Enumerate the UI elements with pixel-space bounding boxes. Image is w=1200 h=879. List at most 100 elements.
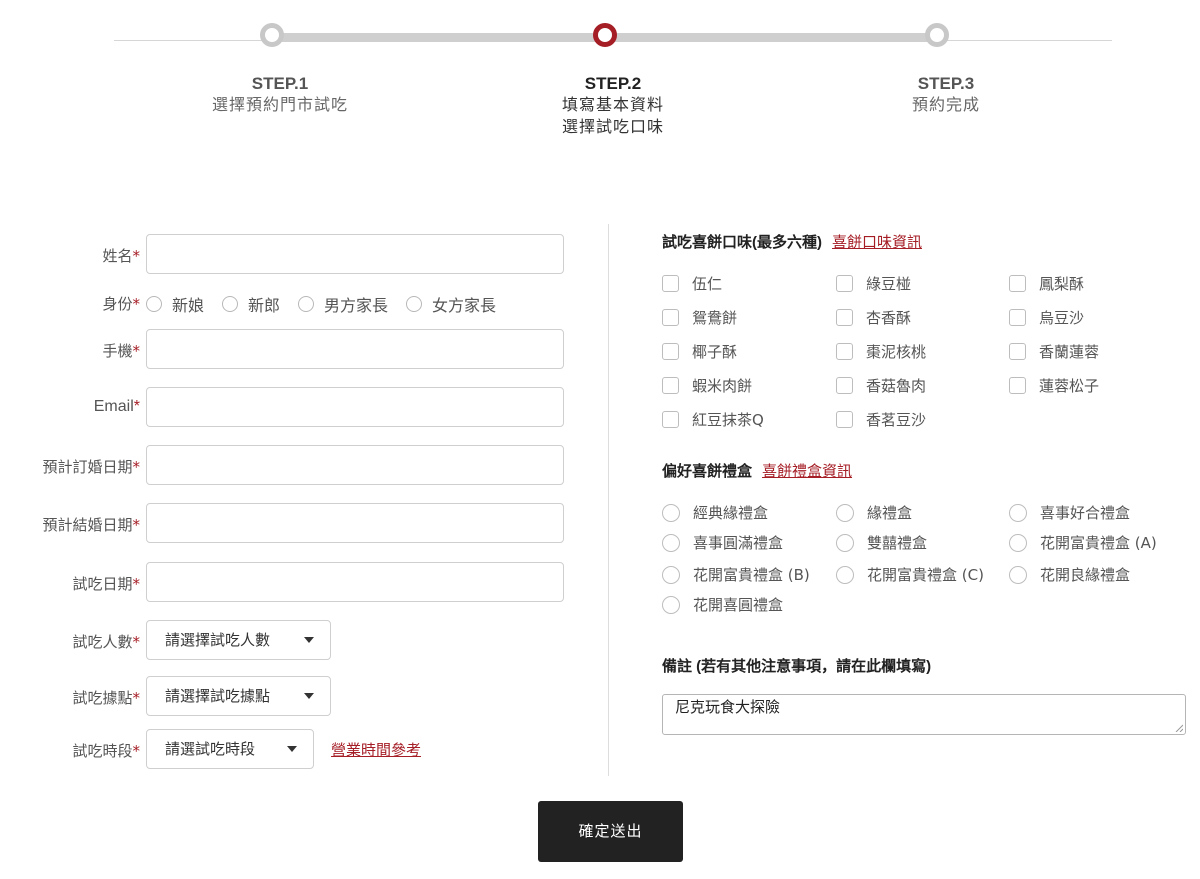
- radio-icon[interactable]: [662, 595, 680, 614]
- step-2-name-line2: 選擇試吃口味: [561, 117, 664, 136]
- step-2-dot-active: [593, 23, 617, 47]
- notes-textarea[interactable]: 尼克玩食大探險: [662, 694, 1186, 735]
- location-label: 試吃據點*: [72, 689, 140, 707]
- step-2-number: STEP.2: [584, 74, 642, 93]
- radio-icon[interactable]: [662, 533, 680, 552]
- step-3-number: STEP.3: [917, 74, 975, 93]
- notes-value: 尼克玩食大探險: [675, 698, 781, 716]
- flavor-checkbox[interactable]: 蓮蓉松子: [1009, 375, 1099, 396]
- radio-icon[interactable]: [222, 296, 239, 312]
- giftbox-radio[interactable]: 緣禮盒: [836, 502, 912, 523]
- chevron-down-icon: [304, 637, 314, 643]
- radio-icon[interactable]: [836, 565, 854, 584]
- checkbox-icon[interactable]: [662, 411, 679, 428]
- radio-icon[interactable]: [1009, 503, 1027, 522]
- people-select[interactable]: 請選擇試吃人數: [146, 620, 331, 660]
- identity-option-bride-parents[interactable]: 女方家長: [406, 292, 496, 316]
- step-1-number: STEP.1: [251, 74, 309, 93]
- giftbox-title: 偏好喜餅禮盒 喜餅禮盒資訊: [662, 463, 853, 480]
- email-label: Email*: [93, 398, 140, 415]
- period-label: 試吃時段*: [72, 742, 140, 760]
- flavor-checkbox[interactable]: 綠豆椪: [836, 273, 911, 294]
- step-1: STEP.1 選擇預約門市試吃: [170, 74, 390, 116]
- flavor-checkbox[interactable]: 蝦米肉餅: [662, 375, 752, 396]
- step-1-dot: [260, 23, 284, 47]
- flavor-checkbox[interactable]: 棗泥核桃: [836, 341, 926, 362]
- phone-input[interactable]: [146, 329, 564, 369]
- email-input[interactable]: [146, 387, 564, 427]
- radio-icon[interactable]: [298, 296, 315, 312]
- radio-icon[interactable]: [662, 503, 680, 522]
- checkbox-icon[interactable]: [836, 377, 853, 394]
- checkbox-icon[interactable]: [662, 309, 679, 326]
- radio-icon[interactable]: [836, 503, 854, 522]
- radio-icon[interactable]: [146, 296, 162, 312]
- flavor-checkbox[interactable]: 杏香酥: [836, 307, 911, 328]
- flavor-checkbox[interactable]: 椰子酥: [662, 341, 737, 362]
- tasting-date-label: 試吃日期*: [72, 575, 140, 593]
- period-select[interactable]: 請選試吃時段: [146, 729, 314, 769]
- checkbox-icon[interactable]: [1009, 309, 1026, 326]
- giftbox-info-link[interactable]: 喜餅禮盒資訊: [762, 463, 852, 480]
- column-divider: [608, 224, 609, 776]
- checkbox-icon[interactable]: [836, 309, 853, 326]
- location-select[interactable]: 請選擇試吃據點: [146, 676, 331, 716]
- checkbox-icon[interactable]: [836, 275, 853, 292]
- wedding-date-input[interactable]: [146, 503, 564, 543]
- flavor-checkbox[interactable]: 鴛鴦餅: [662, 307, 737, 328]
- flavor-checkbox[interactable]: 烏豆沙: [1009, 307, 1084, 328]
- people-label: 試吃人數*: [72, 633, 140, 651]
- flavor-checkbox[interactable]: 香茗豆沙: [836, 409, 926, 430]
- checkbox-icon[interactable]: [836, 411, 853, 428]
- flavor-checkbox[interactable]: 伍仁: [662, 273, 722, 294]
- identity-option-groom[interactable]: 新郎: [222, 292, 280, 316]
- checkbox-icon[interactable]: [1009, 275, 1026, 292]
- step-3: STEP.3 預約完成: [836, 74, 1056, 116]
- giftbox-radio[interactable]: 花開喜圓禮盒: [662, 594, 783, 615]
- chevron-down-icon: [287, 746, 297, 752]
- giftbox-radio[interactable]: 花開富貴禮盒 (C): [836, 564, 984, 585]
- giftbox-radio[interactable]: 花開富貴禮盒 (A): [1009, 532, 1157, 553]
- giftbox-radio[interactable]: 花開良緣禮盒: [1009, 564, 1130, 585]
- radio-icon[interactable]: [1009, 565, 1027, 584]
- giftbox-radio[interactable]: 喜事圓滿禮盒: [662, 532, 783, 553]
- flavor-checkbox[interactable]: 紅豆抹茶Q: [662, 409, 764, 430]
- step-3-name: 預約完成: [911, 95, 980, 114]
- step-3-dot: [925, 23, 949, 47]
- identity-option-bride[interactable]: 新娘: [146, 292, 204, 316]
- checkbox-icon[interactable]: [836, 343, 853, 360]
- checkbox-icon[interactable]: [1009, 377, 1026, 394]
- giftbox-radio[interactable]: 雙囍禮盒: [836, 532, 927, 553]
- radio-icon[interactable]: [406, 296, 423, 312]
- checkbox-icon[interactable]: [662, 275, 679, 292]
- identity-option-groom-parents[interactable]: 男方家長: [298, 292, 388, 316]
- flavor-info-link[interactable]: 喜餅口味資訊: [832, 234, 922, 251]
- chevron-down-icon: [304, 693, 314, 699]
- engagement-date-input[interactable]: [146, 445, 564, 485]
- giftbox-radio[interactable]: 花開富貴禮盒 (B): [662, 564, 810, 585]
- engagement-date-label: 預計訂婚日期*: [42, 458, 140, 476]
- name-label: 姓名*: [102, 247, 140, 265]
- submit-button[interactable]: 確定送出: [538, 801, 683, 862]
- name-input[interactable]: [146, 234, 564, 274]
- identity-label: 身份*: [102, 295, 140, 313]
- flavor-checkbox[interactable]: 鳳梨酥: [1009, 273, 1084, 294]
- flavor-checkbox[interactable]: 香蘭蓮蓉: [1009, 341, 1099, 362]
- step-2: STEP.2 填寫基本資料 選擇試吃口味: [503, 74, 723, 138]
- notes-title: 備註 (若有其他注意事項，請在此欄填寫): [662, 658, 932, 675]
- radio-icon[interactable]: [662, 565, 680, 584]
- resize-handle-icon[interactable]: [1175, 724, 1183, 732]
- wedding-date-label: 預計結婚日期*: [42, 516, 140, 534]
- checkbox-icon[interactable]: [1009, 343, 1026, 360]
- radio-icon[interactable]: [836, 533, 854, 552]
- flavor-checkbox[interactable]: 香菇魯肉: [836, 375, 926, 396]
- radio-icon[interactable]: [1009, 533, 1027, 552]
- flavors-title: 試吃喜餅口味(最多六種) 喜餅口味資訊: [662, 234, 923, 251]
- giftbox-radio[interactable]: 喜事好合禮盒: [1009, 502, 1130, 523]
- business-hours-link[interactable]: 營業時間參考: [331, 739, 421, 760]
- giftbox-radio[interactable]: 經典緣禮盒: [662, 502, 768, 523]
- checkbox-icon[interactable]: [662, 343, 679, 360]
- checkbox-icon[interactable]: [662, 377, 679, 394]
- step-2-name-line1: 填寫基本資料: [561, 95, 664, 114]
- tasting-date-input[interactable]: [146, 562, 564, 602]
